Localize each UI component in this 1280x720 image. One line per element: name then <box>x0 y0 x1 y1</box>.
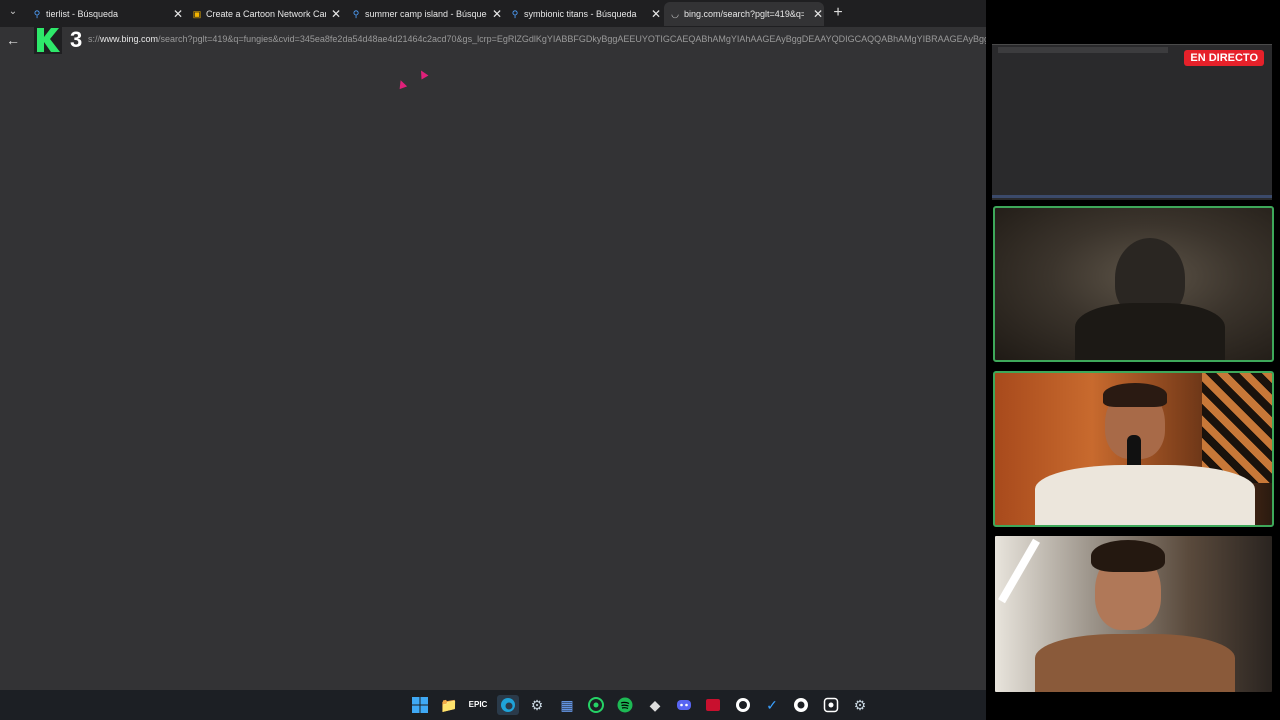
edge-icon[interactable] <box>497 695 519 715</box>
address-bar: ← s://www.bing.com/search?pglt=419&q=fun… <box>0 27 986 53</box>
preview-taskbar-strip <box>992 195 1272 198</box>
tab-title: symbionic titans - Búsqueda <box>524 9 637 19</box>
app-icon[interactable] <box>790 695 812 715</box>
app-icon[interactable] <box>820 695 842 715</box>
tab-cartoon-network[interactable]: ▣ Create a Cartoon Network Cartoo ✕ <box>192 2 342 26</box>
close-icon[interactable]: ✕ <box>650 7 662 21</box>
tab-bar: ⌄ ⚲ tierlist - Búsqueda ✕ ▣ Create a Car… <box>0 0 986 27</box>
taskbar: 📁 EPIC ⚙ ▦ ◆ ✓ ⚙ <box>0 690 986 720</box>
page-icon: ▣ <box>192 8 202 19</box>
page-content <box>0 53 986 690</box>
app-icon[interactable] <box>732 695 754 715</box>
epic-games-icon[interactable]: EPIC <box>467 695 489 715</box>
person-hair <box>1091 540 1165 572</box>
webcam-feed <box>993 206 1274 362</box>
search-icon: ⚲ <box>352 8 360 19</box>
app-icon[interactable]: ▦ <box>556 695 578 715</box>
webcam-feed <box>993 534 1274 694</box>
tab-title: Create a Cartoon Network Cartoo <box>206 9 326 19</box>
search-icon: ⚲ <box>33 8 41 19</box>
tab-title: summer camp island - Búsqueda i <box>365 9 487 19</box>
windows-icon[interactable] <box>409 695 431 715</box>
new-tab-button[interactable]: + <box>829 4 847 22</box>
browser-window: ⌄ ⚲ tierlist - Búsqueda ✕ ▣ Create a Car… <box>0 0 986 690</box>
url-field[interactable]: s://www.bing.com/search?pglt=419&q=fungi… <box>88 34 986 48</box>
light-beam <box>998 538 1040 604</box>
person-hair <box>1103 383 1167 407</box>
tab-symbionic-titans[interactable]: ⚲ symbionic titans - Búsqueda ✕ <box>510 2 662 26</box>
app-icon[interactable] <box>702 695 724 715</box>
wall-decoration <box>1202 373 1272 483</box>
tab-summer-camp-island[interactable]: ⚲ summer camp island - Búsqueda i ✕ <box>351 2 503 26</box>
person-shirt <box>1035 465 1255 525</box>
spotify-icon[interactable] <box>614 695 636 715</box>
channel-logo: 3 <box>34 26 90 54</box>
steam-icon[interactable]: ⚙ <box>526 695 548 715</box>
preview-thumbnail <box>998 47 1168 53</box>
file-explorer-icon[interactable]: 📁 <box>438 695 460 715</box>
discord-icon[interactable] <box>673 695 695 715</box>
live-badge: EN DIRECTO <box>1184 50 1264 66</box>
tab-title: bing.com/search?pglt=419&q=fu <box>684 9 804 19</box>
close-icon[interactable]: ✕ <box>330 7 342 21</box>
back-arrow-icon[interactable]: ← <box>5 32 21 48</box>
live-preview: EN DIRECTO <box>992 44 1272 200</box>
close-icon[interactable]: ✕ <box>812 7 824 21</box>
steam-icon[interactable]: ⚙ <box>849 695 871 715</box>
person-shirt <box>1035 634 1235 692</box>
close-icon[interactable]: ✕ <box>491 7 503 21</box>
person-body <box>1075 303 1225 360</box>
tab-bing-search[interactable]: ◡ bing.com/search?pglt=419&q=fu ✕ <box>664 2 824 26</box>
tab-list-menu-icon[interactable]: ⌄ <box>4 6 22 22</box>
whatsapp-icon[interactable] <box>585 695 607 715</box>
tab-title: tierlist - Búsqueda <box>46 9 119 19</box>
close-icon[interactable]: ✕ <box>172 7 184 21</box>
tab-tierlist[interactable]: ⚲ tierlist - Búsqueda ✕ <box>32 2 184 26</box>
search-icon: ⚲ <box>511 8 519 19</box>
webcam-feed <box>993 371 1274 527</box>
app-icon[interactable]: ✓ <box>761 695 783 715</box>
logo-number: 3 <box>70 27 83 52</box>
loading-icon: ◡ <box>671 8 679 19</box>
url-domain: www.bing.com <box>100 34 159 44</box>
app-icon[interactable]: ◆ <box>644 695 666 715</box>
url-path: /search?pglt=419&q=fungies&cvid=345ea8fe… <box>158 34 986 44</box>
